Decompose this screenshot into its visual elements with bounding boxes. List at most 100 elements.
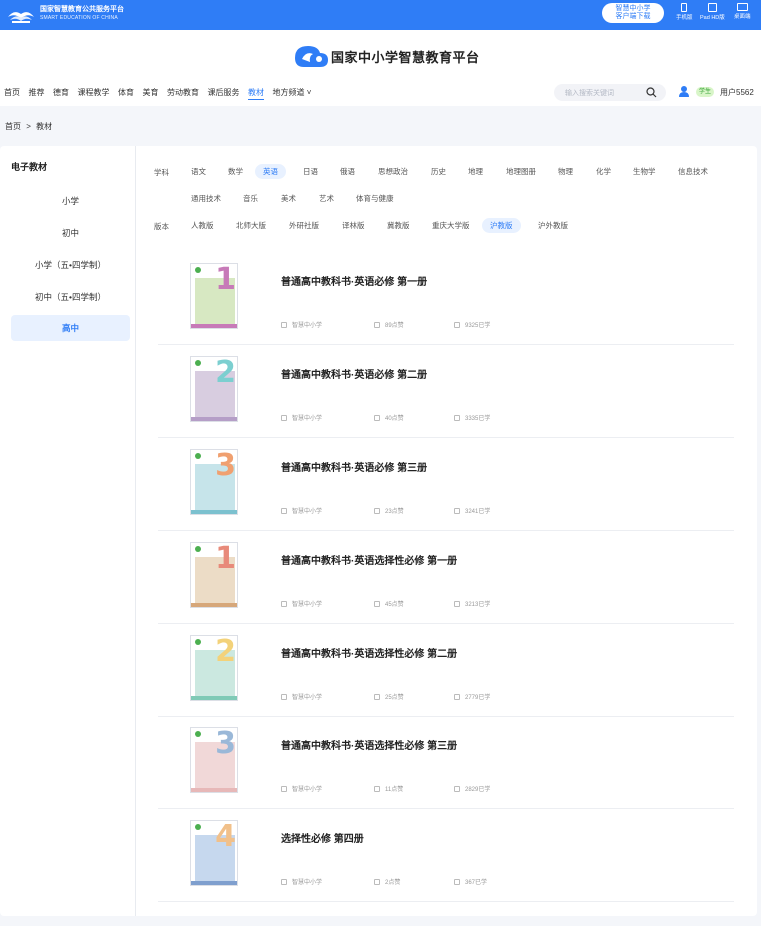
subject-biology[interactable]: 生物学 [625, 164, 664, 179]
edition-shanghai-foreign[interactable]: 沪外教版 [530, 218, 576, 233]
subject-geo-atlas[interactable]: 地理图册 [498, 164, 544, 179]
book-title[interactable]: 选择性必修 第四册 [281, 830, 364, 845]
book-publisher: 智慧中小学 [281, 506, 322, 515]
cover-volume-number: 1 [215, 263, 236, 297]
mobile-version-link[interactable]: 手机版 [676, 3, 693, 21]
subject-russian[interactable]: 俄语 [332, 164, 363, 179]
book-title[interactable]: 普通高中教科书·英语选择性必修 第一册 [281, 552, 457, 567]
brand-logo-icon[interactable] [292, 42, 330, 70]
learners-icon [454, 601, 460, 607]
subject-history[interactable]: 历史 [423, 164, 454, 179]
nav-courses[interactable]: 课程教学 [78, 88, 110, 100]
subject-politics[interactable]: 思想政治 [370, 164, 416, 179]
nav-arts[interactable]: 美育 [143, 88, 159, 100]
breadcrumb: 首页 > 教材 [5, 121, 55, 132]
book-cover[interactable]: 3 [190, 449, 238, 515]
book-cover[interactable]: 3 [190, 727, 238, 793]
learners-icon [454, 322, 460, 328]
book-item[interactable]: 3 普通高中教科书·英语必修 第三册 智慧中小学 23点赞 3241已学 [158, 438, 734, 531]
subject-fine-arts[interactable]: 美术 [273, 191, 304, 206]
nav-moral[interactable]: 德育 [53, 88, 69, 100]
edition-shanghai[interactable]: 沪教版 [482, 218, 521, 233]
edition-yilin[interactable]: 译林版 [334, 218, 373, 233]
book-item[interactable]: 3 普通高中教科书·英语选择性必修 第三册 智慧中小学 11点赞 2829已学 [158, 716, 734, 809]
client-download-button[interactable]: 智慧中小学 客户端下载 [602, 3, 664, 23]
nav-home[interactable]: 首页 [4, 88, 20, 100]
thumbs-up-icon [374, 694, 380, 700]
edition-cqu[interactable]: 重庆大学版 [424, 218, 478, 233]
breadcrumb-home[interactable]: 首页 [5, 122, 21, 131]
subject-chemistry[interactable]: 化学 [588, 164, 619, 179]
book-title[interactable]: 普通高中教科书·英语选择性必修 第三册 [281, 737, 457, 752]
cover-volume-number: 3 [215, 449, 236, 483]
publisher-icon [281, 415, 287, 421]
platform-logo-icon[interactable] [6, 5, 36, 25]
book-item[interactable]: 1 普通高中教科书·英语必修 第一册 智慧中小学 89点赞 9325已学 [158, 252, 734, 345]
book-title[interactable]: 普通高中教科书·英语选择性必修 第二册 [281, 645, 457, 660]
book-cover[interactable]: 2 [190, 356, 238, 422]
org-name: 国家智慧教育公共服务平台 [40, 6, 124, 13]
pad-version-link[interactable]: Pad HD版 [700, 3, 725, 21]
book-likes: 25点赞 [374, 692, 404, 701]
edition-hebei[interactable]: 冀教版 [379, 218, 418, 233]
sidebar-item-primary-54[interactable]: 小学（五•四学制） [11, 252, 130, 278]
breadcrumb-separator: > [26, 122, 31, 131]
sidebar-item-primary[interactable]: 小学 [11, 188, 130, 214]
book-publisher: 智慧中小学 [281, 784, 322, 793]
subject-music[interactable]: 音乐 [235, 191, 266, 206]
book-item[interactable]: 4 选择性必修 第四册 智慧中小学 2点赞 367已学 [158, 809, 734, 902]
edition-fltrp[interactable]: 外研社版 [281, 218, 327, 233]
nav-local-channel[interactable]: 地方频道 ˅ [273, 88, 312, 100]
edition-bnu[interactable]: 北师大版 [228, 218, 274, 233]
nav-after-school[interactable]: 课后服务 [208, 88, 240, 100]
main-nav: 首页 推荐 德育 课程教学 体育 美育 劳动教育 课后服务 教材 地方频道 ˅ [4, 88, 320, 100]
learners-icon [454, 786, 460, 792]
book-title[interactable]: 普通高中教科书·英语必修 第一册 [281, 273, 427, 288]
user-avatar-icon[interactable] [678, 85, 690, 98]
search-icon[interactable] [646, 87, 657, 98]
book-learners: 2779已学 [454, 692, 490, 701]
thumbs-up-icon [374, 601, 380, 607]
book-likes: 11点赞 [374, 784, 403, 793]
user-name[interactable]: 用户5562 [720, 87, 754, 98]
subject-english[interactable]: 英语 [255, 164, 286, 179]
book-cover[interactable]: 2 [190, 635, 238, 701]
thumbs-up-icon [374, 786, 380, 792]
subject-chinese[interactable]: 语文 [183, 164, 214, 179]
subject-japanese[interactable]: 日语 [295, 164, 326, 179]
brand-title: 国家中小学智慧教育平台 [331, 51, 480, 66]
sidebar-item-senior[interactable]: 高中 [11, 315, 130, 341]
subject-physics[interactable]: 物理 [550, 164, 581, 179]
book-cover[interactable]: 1 [190, 542, 238, 608]
nav-textbooks[interactable]: 教材 [248, 88, 264, 100]
subject-art[interactable]: 艺术 [311, 191, 342, 206]
book-cover[interactable]: 4 [190, 820, 238, 886]
tablet-icon [707, 3, 717, 12]
subject-math[interactable]: 数学 [220, 164, 251, 179]
sidebar-title: 电子教材 [11, 162, 48, 172]
book-item[interactable]: 2 普通高中教科书·英语选择性必修 第二册 智慧中小学 25点赞 2779已学 [158, 624, 734, 717]
publisher-icon [281, 694, 287, 700]
subject-geography[interactable]: 地理 [460, 164, 491, 179]
desktop-version-link[interactable]: 桌面端 [734, 3, 751, 20]
search-box[interactable]: 输入搜索关键词 [554, 84, 666, 101]
subject-pe-health[interactable]: 体育与健康 [348, 191, 402, 206]
org-name-en: SMART EDUCATION OF CHINA [40, 15, 118, 21]
edition-pep[interactable]: 人教版 [183, 218, 222, 233]
book-learners: 2829已学 [454, 784, 490, 793]
sidebar-item-junior[interactable]: 初中 [11, 220, 130, 246]
nav-sports[interactable]: 体育 [118, 88, 134, 100]
subject-general-tech[interactable]: 通用技术 [183, 191, 229, 206]
nav-labor[interactable]: 劳动教育 [167, 88, 199, 100]
book-cover[interactable]: 1 [190, 263, 238, 329]
learners-icon [454, 879, 460, 885]
book-item[interactable]: 2 普通高中教科书·英语必修 第二册 智慧中小学 40点赞 3335已学 [158, 345, 734, 438]
book-item[interactable]: 1 普通高中教科书·英语选择性必修 第一册 智慧中小学 45点赞 3213已学 [158, 531, 734, 624]
search-input[interactable]: 输入搜索关键词 [565, 88, 614, 98]
subject-it[interactable]: 信息技术 [670, 164, 716, 179]
sidebar-item-junior-54[interactable]: 初中（五•四学制） [11, 284, 130, 310]
breadcrumb-current: 教材 [36, 122, 53, 131]
book-title[interactable]: 普通高中教科书·英语必修 第三册 [281, 459, 427, 474]
nav-recommend[interactable]: 推荐 [29, 88, 45, 100]
book-title[interactable]: 普通高中教科书·英语必修 第二册 [281, 366, 427, 381]
